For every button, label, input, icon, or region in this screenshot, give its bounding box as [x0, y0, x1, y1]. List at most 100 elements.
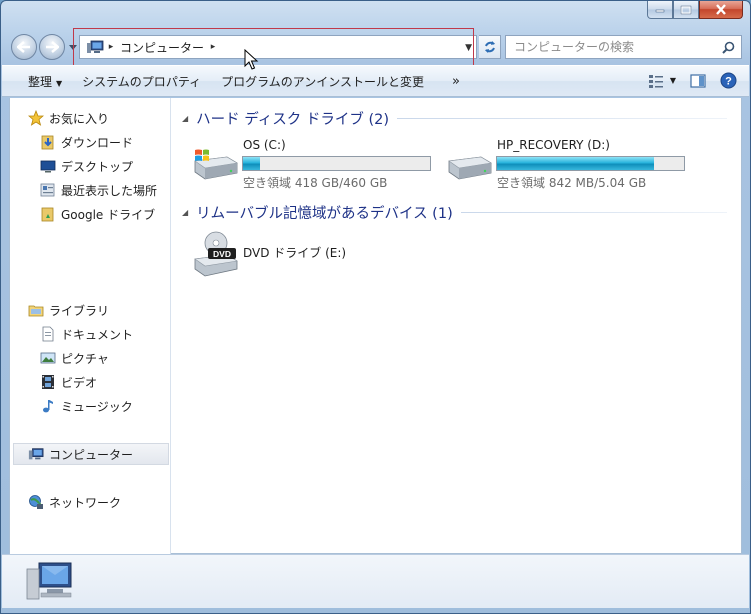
group-header-removable[interactable]: ◢ リムーバブル記憶域があるデバイス (1): [182, 202, 727, 222]
arrow-right-icon: [46, 41, 59, 53]
navigation-bar: ▸ コンピューター ▸ ▼: [9, 33, 744, 61]
nav-videos[interactable]: ビデオ: [40, 371, 97, 393]
change-view-button[interactable]: ▼: [648, 74, 676, 88]
more-commands-button[interactable]: »: [442, 74, 470, 89]
preview-pane-icon[interactable]: [690, 73, 706, 88]
hard-drive-icon: [448, 156, 492, 180]
caption-buttons: [647, 1, 743, 19]
library-icon: [28, 305, 44, 317]
nav-libraries-label: ライブラリ: [49, 303, 110, 318]
drive-listing: ◢ ハード ディスク ドライブ (2) OS (C:) 空き領域 418 GB/…: [172, 98, 741, 554]
help-icon[interactable]: ?: [720, 72, 737, 89]
system-properties-button[interactable]: システムのプロパティ: [72, 73, 211, 90]
group-divider: [397, 117, 727, 119]
dvd-badge-text: DVD: [213, 249, 231, 259]
search-icon[interactable]: [722, 41, 735, 54]
organize-label: 整理: [28, 74, 53, 89]
nav-libraries[interactable]: ライブラリ: [28, 299, 109, 321]
breadcrumb-separator-icon[interactable]: ▸: [106, 42, 116, 52]
nav-network[interactable]: ネットワーク: [28, 491, 121, 513]
dvd-drive-icon: DVD: [194, 231, 238, 277]
maximize-button[interactable]: [673, 1, 699, 19]
back-button[interactable]: [11, 34, 37, 60]
uninstall-program-button[interactable]: プログラムのアンインストールと変更: [211, 73, 434, 90]
breadcrumb-computer[interactable]: コンピューター: [120, 39, 204, 56]
nav-music-label: ミュージック: [61, 399, 133, 414]
group-title-removable: リムーバブル記憶域があるデバイス (1): [196, 205, 453, 222]
address-bar[interactable]: ▸ コンピューター ▸ ▼: [79, 35, 477, 59]
drive-name: HP_RECOVERY (D:): [497, 138, 610, 152]
collapse-triangle-icon[interactable]: ◢: [182, 208, 188, 217]
address-history-dropdown-icon[interactable]: ▼: [465, 43, 472, 53]
drive-name: DVD ドライブ (E:): [243, 246, 347, 260]
minimize-button[interactable]: [647, 1, 673, 19]
drive-item-c[interactable]: OS (C:) 空き領域 418 GB/460 GB: [191, 137, 436, 190]
close-icon: [716, 4, 726, 15]
nav-desktop[interactable]: デスクトップ: [40, 155, 133, 177]
forward-button[interactable]: [39, 34, 65, 60]
breadcrumb-chevron-icon[interactable]: ▸: [208, 42, 218, 52]
nav-recent-places[interactable]: 最近表示した場所: [40, 179, 157, 201]
drive-usage-bar: [242, 156, 431, 171]
google-drive-folder-icon: [41, 207, 54, 222]
downloads-folder-icon: [41, 135, 54, 150]
command-bar: 整理 ▼ システムのプロパティ プログラムのアンインストールと変更 » ▼ ?: [2, 65, 749, 97]
nav-favorites-label: お気に入り: [49, 111, 110, 126]
document-icon: [42, 326, 54, 342]
computer-icon: [87, 40, 104, 53]
details-pane: [2, 554, 749, 608]
nav-google-drive[interactable]: Google ドライブ: [40, 203, 155, 225]
refresh-icon: [484, 41, 495, 53]
pictures-icon: [40, 352, 56, 364]
star-icon: [28, 110, 44, 126]
computer-large-icon: [26, 562, 72, 600]
group-header-hard-disk[interactable]: ◢ ハード ディスク ドライブ (2): [182, 108, 727, 128]
nav-computer-label: コンピューター: [49, 447, 134, 462]
drive-usage-bar: [496, 156, 685, 171]
drive-usage-fill: [243, 157, 260, 170]
nav-computer[interactable]: コンピューター: [13, 443, 169, 465]
drive-item-e[interactable]: DVD DVD ドライブ (E:): [191, 231, 436, 283]
nav-music[interactable]: ミュージック: [40, 395, 133, 417]
group-divider: [460, 211, 727, 213]
nav-desktop-label: デスクトップ: [61, 159, 134, 174]
view-dropdown-icon: ▼: [669, 76, 676, 85]
computer-icon: [28, 448, 44, 460]
minimize-icon: [655, 9, 665, 12]
nav-pictures-label: ピクチャ: [61, 351, 109, 366]
organize-menu[interactable]: 整理 ▼: [18, 73, 72, 90]
nav-network-label: ネットワーク: [49, 495, 122, 510]
nav-videos-label: ビデオ: [61, 375, 98, 390]
music-note-icon: [43, 400, 53, 413]
drive-free-space: 空き領域 418 GB/460 GB: [243, 176, 388, 190]
drive-item-d[interactable]: HP_RECOVERY (D:) 空き領域 842 MB/5.04 GB: [445, 137, 690, 190]
refresh-button[interactable]: [479, 35, 501, 59]
view-details-icon: [648, 74, 663, 88]
svg-text:?: ?: [725, 76, 732, 88]
nav-downloads[interactable]: ダウンロード: [40, 131, 133, 153]
explorer-window: ▸ コンピューター ▸ ▼ 整理▼ システムのプロパティ プログラムのアンイン: [0, 0, 751, 614]
nav-google-drive-label: Google ドライブ: [61, 207, 156, 222]
nav-favorites[interactable]: お気に入り: [28, 107, 109, 129]
content-area: お気に入り ダウンロード デスクトップ 最近表示した場所 Google ドライブ…: [9, 98, 742, 554]
video-icon: [42, 375, 54, 389]
navigation-pane: お気に入り ダウンロード デスクトップ 最近表示した場所 Google ドライブ…: [10, 98, 171, 554]
close-button[interactable]: [699, 1, 743, 19]
hard-drive-windows-icon: [194, 149, 238, 180]
recent-pages-dropdown-icon[interactable]: [69, 43, 77, 51]
nav-downloads-label: ダウンロード: [61, 135, 134, 150]
network-globe-icon: [29, 495, 43, 509]
maximize-icon: [680, 5, 692, 14]
drive-usage-fill: [497, 157, 655, 170]
search-box[interactable]: [505, 35, 742, 59]
nav-recent-places-label: 最近表示した場所: [61, 183, 158, 198]
arrow-left-icon: [17, 41, 30, 53]
search-input[interactable]: [514, 40, 719, 54]
nav-pictures[interactable]: ピクチャ: [40, 347, 109, 369]
nav-documents[interactable]: ドキュメント: [40, 323, 133, 345]
collapse-triangle-icon[interactable]: ◢: [182, 114, 188, 123]
chevron-down-icon: ▼: [56, 78, 63, 88]
desktop-icon: [40, 160, 56, 173]
group-title-hard-disk: ハード ディスク ドライブ (2): [196, 111, 390, 128]
nav-documents-label: ドキュメント: [61, 327, 134, 342]
